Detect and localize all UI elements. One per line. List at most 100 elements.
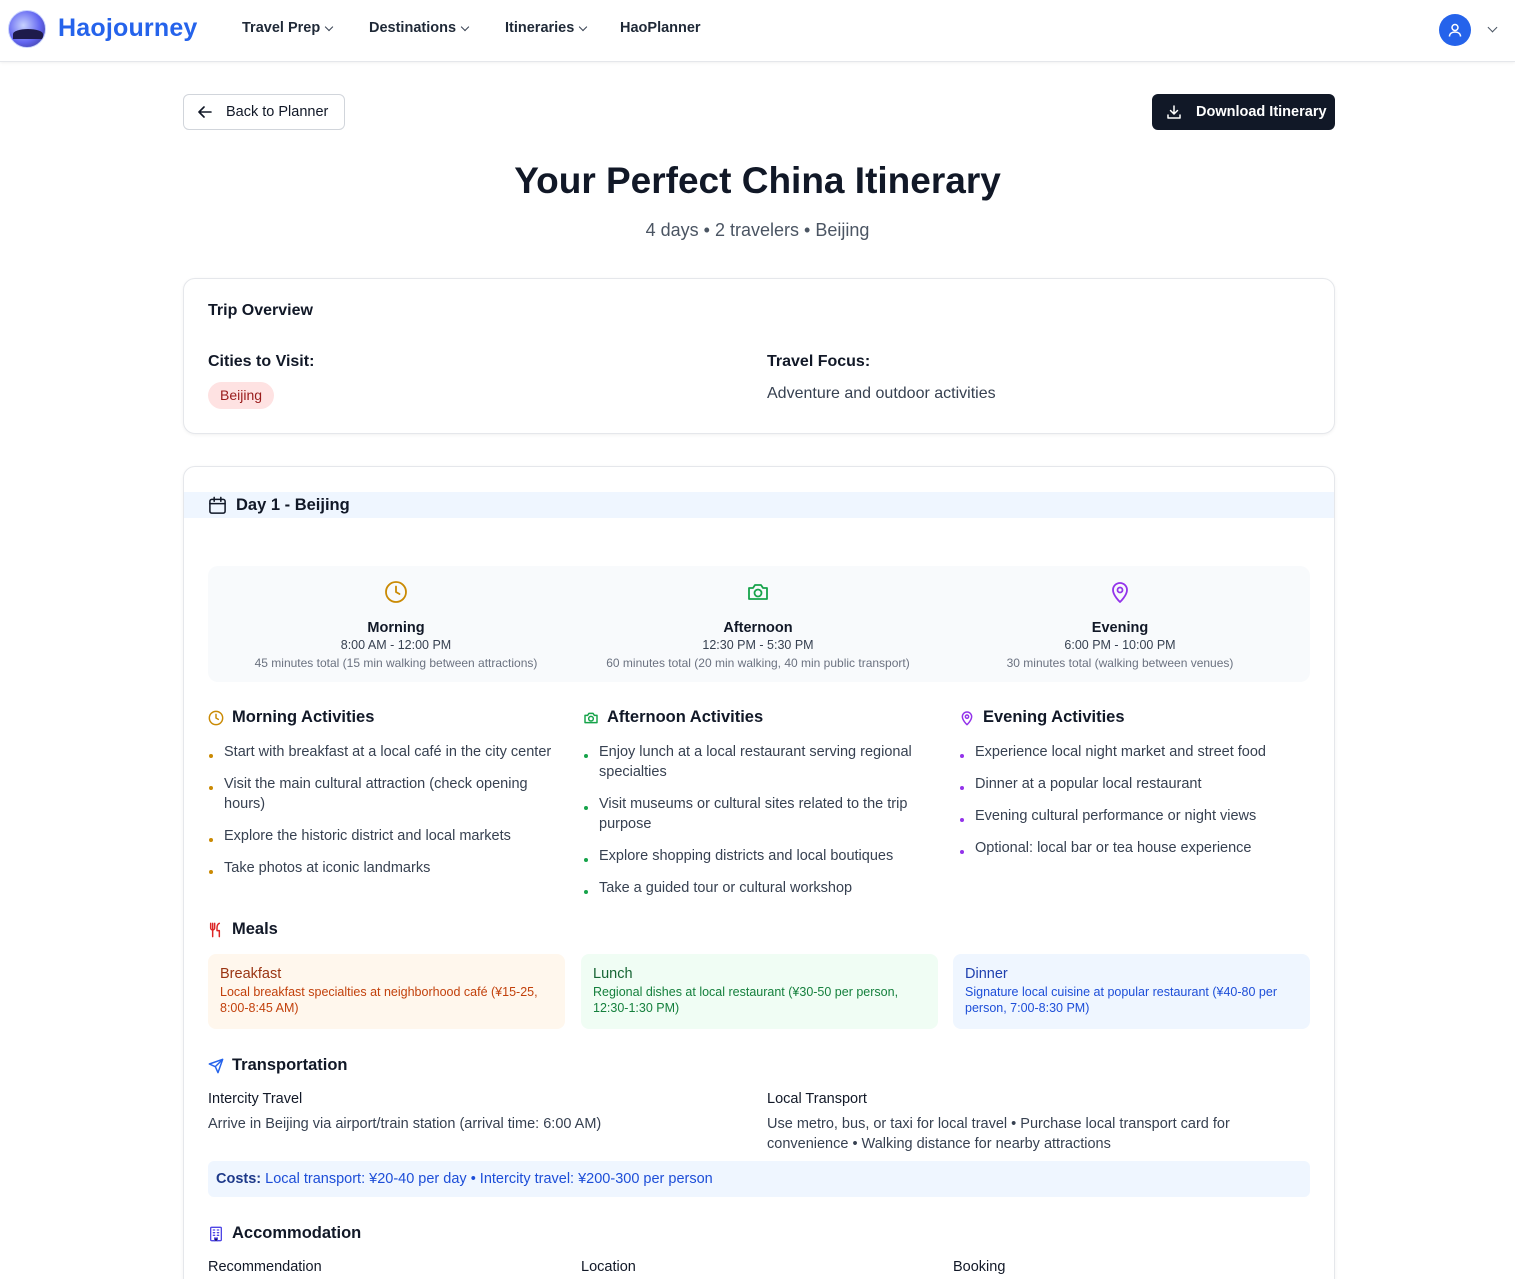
list-item: Take photos at iconic landmarks — [208, 858, 558, 878]
back-to-planner-button[interactable]: Back to Planner — [183, 94, 345, 130]
chevron-down-icon — [324, 22, 334, 31]
day-title: Day 1 - Beijing — [236, 495, 350, 514]
trip-overview-card: Trip Overview Cities to Visit: Beijing T… — [183, 278, 1335, 434]
time-name: Afternoon — [723, 620, 793, 636]
morning-activities: Morning Activities Start with breakfast … — [208, 708, 558, 890]
time-note: 45 minutes total (15 min walking between… — [254, 656, 538, 670]
time-block-morning: Morning 8:00 AM - 12:00 PM 45 minutes to… — [216, 580, 576, 670]
page-subtitle: 4 days • 2 travelers • Beijing — [645, 220, 870, 240]
navigation-icon — [208, 1058, 224, 1073]
accommodation-heading: Accommodation — [208, 1224, 361, 1243]
meal-description: Local breakfast specialties at neighborh… — [220, 985, 538, 1015]
back-button-label: Back to Planner — [226, 104, 329, 120]
evening-activities: Evening Activities Experience local nigh… — [959, 708, 1309, 870]
list-item: Take a guided tour or cultural workshop — [583, 878, 933, 898]
download-itinerary-button[interactable]: Download Itinerary — [1152, 94, 1335, 130]
cities-label: Cities to Visit: — [208, 353, 315, 370]
accommodation-location-label: Location — [581, 1259, 636, 1275]
list-item: Evening cultural performance or night vi… — [959, 806, 1309, 826]
meal-card-lunch: Lunch Regional dishes at local restauran… — [581, 954, 938, 1029]
transport-costs: Costs: Local transport: ¥20-40 per day •… — [208, 1161, 1310, 1197]
list-item: Optional: local bar or tea house experie… — [959, 838, 1309, 858]
camera-icon — [748, 584, 768, 600]
transportation-heading: Transportation — [208, 1056, 348, 1075]
nav-itineraries[interactable]: Itineraries — [505, 20, 588, 36]
user-icon — [1448, 23, 1462, 37]
meal-description: Signature local cuisine at popular resta… — [965, 985, 1277, 1015]
chevron-down-icon — [460, 22, 470, 31]
afternoon-activities: Afternoon Activities Enjoy lunch at a lo… — [583, 708, 933, 910]
list-item: Visit museums or cultural sites related … — [583, 794, 933, 834]
list-item: Explore shopping districts and local bou… — [583, 846, 933, 866]
nav-label: HaoPlanner — [620, 20, 701, 36]
activities-heading: Afternoon Activities — [583, 708, 933, 727]
accommodation-title: Accommodation — [232, 1224, 362, 1242]
camera-icon — [584, 712, 598, 723]
time-range: 6:00 PM - 10:00 PM — [1064, 638, 1176, 652]
calendar-icon — [209, 496, 226, 514]
utensils-icon — [209, 922, 221, 937]
activity-list: Start with breakfast at a local café in … — [208, 742, 558, 878]
download-button-label: Download Itinerary — [1196, 104, 1327, 120]
time-note: 60 minutes total (20 min walking, 40 min… — [606, 656, 910, 670]
nav-label: Travel Prep — [242, 20, 321, 36]
map-pin-icon — [961, 710, 973, 725]
local-transport-label: Local Transport — [767, 1091, 867, 1107]
time-name: Evening — [1091, 620, 1149, 636]
focus-label: Travel Focus: — [767, 353, 871, 370]
time-summary-panel: Morning 8:00 AM - 12:00 PM 45 minutes to… — [208, 566, 1310, 682]
day-header: Day 1 - Beijing — [184, 492, 1334, 518]
map-pin-icon — [1112, 582, 1128, 603]
meal-card-breakfast: Breakfast Local breakfast specialties at… — [208, 954, 565, 1029]
time-range: 12:30 PM - 5:30 PM — [702, 638, 814, 652]
nav-destinations[interactable]: Destinations — [369, 20, 470, 36]
activities-heading: Evening Activities — [959, 708, 1309, 727]
accommodation-recommendation-label: Recommendation — [208, 1259, 322, 1275]
activities-title: Evening Activities — [983, 708, 1125, 726]
nav-travel-prep[interactable]: Travel Prep — [242, 20, 334, 36]
time-block-evening: Evening 6:00 PM - 10:00 PM 30 minutes to… — [940, 580, 1300, 670]
intercity-text: Arrive in Beijing via airport/train stat… — [208, 1116, 602, 1132]
list-item: Start with breakfast at a local café in … — [208, 742, 558, 762]
meal-name: Breakfast — [220, 966, 282, 982]
meals-heading: Meals — [208, 920, 278, 939]
meal-name: Lunch — [593, 966, 633, 982]
clock-icon — [208, 710, 224, 725]
activities-heading: Morning Activities — [208, 708, 558, 727]
meal-description: Regional dishes at local restaurant (¥30… — [593, 985, 899, 1015]
overview-title: Trip Overview — [208, 302, 313, 319]
page-title: Your Perfect China Itinerary — [514, 160, 1001, 201]
building-icon — [210, 1226, 222, 1241]
focus-value: Adventure and outdoor activities — [767, 385, 996, 402]
list-item: Experience local night market and street… — [959, 742, 1309, 762]
activities-title: Afternoon Activities — [607, 708, 764, 726]
time-note: 30 minutes total (walking between venues… — [1006, 656, 1234, 670]
meal-card-dinner: Dinner Signature local cuisine at popula… — [953, 954, 1310, 1029]
list-item: Dinner at a popular local restaurant — [959, 774, 1309, 794]
local-transport-text: Use metro, bus, or taxi for local travel… — [767, 1116, 1230, 1152]
activity-list: Enjoy lunch at a local restaurant servin… — [583, 742, 933, 898]
brand-name[interactable]: Haojourney — [58, 14, 198, 43]
nav-label: Itineraries — [505, 20, 575, 36]
arrow-left-icon — [198, 106, 212, 118]
accommodation-booking-label: Booking — [953, 1259, 1006, 1275]
chevron-down-icon — [579, 22, 588, 31]
day-1-card: Day 1 - Beijing Morning 8:00 AM - 12:00 … — [183, 466, 1335, 1279]
costs-label: Costs: — [216, 1171, 262, 1187]
download-icon — [1167, 105, 1181, 119]
time-name: Morning — [367, 620, 425, 636]
brand-logo[interactable] — [8, 10, 46, 48]
time-range: 8:00 AM - 12:00 PM — [340, 638, 452, 652]
chevron-down-icon[interactable] — [1487, 22, 1498, 33]
list-item: Explore the historic district and local … — [208, 826, 558, 846]
list-item: Visit the main cultural attraction (chec… — [208, 774, 558, 814]
nav-label: Destinations — [369, 20, 457, 36]
time-block-afternoon: Afternoon 12:30 PM - 5:30 PM 60 minutes … — [578, 580, 938, 670]
user-avatar-button[interactable] — [1439, 14, 1471, 46]
transportation-title: Transportation — [232, 1056, 348, 1074]
nav-haoplanner[interactable]: HaoPlanner — [620, 20, 701, 36]
intercity-label: Intercity Travel — [208, 1091, 303, 1107]
activity-list: Experience local night market and street… — [959, 742, 1309, 858]
top-nav-bar: Haojourney Travel Prep Destinations Itin… — [0, 0, 1515, 62]
list-item: Enjoy lunch at a local restaurant servin… — [583, 742, 933, 782]
